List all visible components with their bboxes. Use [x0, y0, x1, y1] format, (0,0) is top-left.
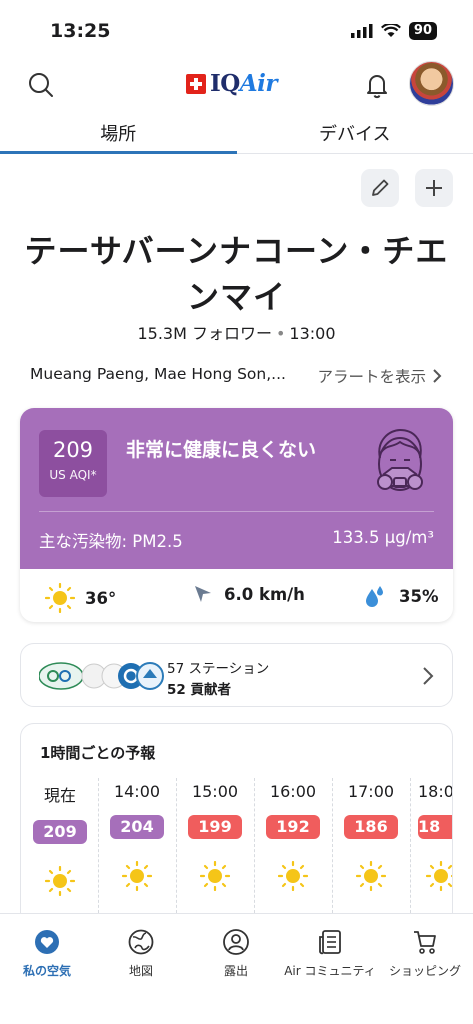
status-icons: 90 [350, 22, 437, 40]
contributors-count: 52 貢献者 [167, 682, 231, 698]
temperature-item: 36° [45, 583, 116, 613]
logo-text: IQAir [210, 70, 278, 97]
stations-card[interactable]: 57 ステーション 52 貢献者 [20, 643, 453, 707]
plus-icon [426, 180, 442, 196]
nav-label: 地図 [128, 964, 153, 978]
followers-count: 15.3M フォロワー [137, 324, 272, 343]
forecast-hour: 17:00 186 [332, 778, 410, 928]
chevron-right-icon [433, 369, 442, 383]
cart-icon [414, 931, 436, 954]
signal-icon [350, 24, 373, 38]
humidity-item: 35% [363, 583, 439, 609]
weather-row: 36° 6.0 km/h 35% [20, 569, 453, 622]
wind-item: 6.0 km/h [192, 583, 305, 605]
nav-my-air[interactable]: 私の空気 [0, 928, 94, 979]
aqi-card[interactable]: 209 US AQI* 非常に健康に良くない 主な汚染物: PM2.5 133.… [20, 408, 453, 622]
show-alerts-label: アラートを表示 [317, 368, 426, 386]
wifi-icon [380, 24, 401, 37]
forecast-time: 16:00 [269, 782, 317, 801]
pencil-icon [372, 179, 389, 196]
forecast-aqi-badge: 192 [266, 815, 320, 839]
sun-icon [45, 583, 75, 613]
notifications-button[interactable] [362, 70, 392, 100]
update-time: 13:00 [289, 324, 336, 343]
battery-indicator: 90 [408, 22, 437, 40]
forecast-time: 15:00 [191, 782, 239, 801]
humidity-icon [366, 586, 383, 607]
stations-count: 57 ステーション [167, 661, 270, 677]
region-text: Mueang Paeng, Mae Hong Son,... [30, 365, 286, 383]
nav-label: 私の空気 [22, 964, 71, 978]
avatar[interactable] [409, 61, 454, 106]
forecast-hour: 15:00 199 [176, 778, 254, 928]
forecast-aqi-badge: 204 [110, 815, 164, 839]
main-pollutant-label: 主な汚染物: PM2.5 [39, 532, 183, 551]
show-alerts-link[interactable]: アラートを表示 [317, 365, 442, 387]
sun-icon [199, 860, 231, 892]
app-header: IQAir [0, 56, 473, 112]
sun-icon [277, 860, 309, 892]
news-icon [319, 930, 341, 955]
forecast-aqi-badge: 18 [418, 815, 452, 839]
aqi-summary: 209 US AQI* 非常に健康に良くない 主な汚染物: PM2.5 133.… [20, 408, 453, 569]
hourly-forecast-card: 1時間ごとの予報 現在 209 14:00 204 15:00 199 16:0… [20, 723, 453, 933]
divider [39, 511, 434, 512]
bell-icon [367, 75, 387, 99]
humidity-value: 35% [399, 586, 439, 606]
tab-places[interactable]: 場所 [0, 112, 237, 154]
forecast-time: 現在 [43, 786, 76, 805]
sun-icon [425, 860, 452, 892]
forecast-aqi-badge: 209 [33, 820, 87, 844]
sun-icon [44, 865, 76, 897]
nav-shopping[interactable]: ショッピング [378, 928, 472, 979]
nav-label: 露出 [223, 964, 248, 978]
forecast-time: 18:0 [418, 782, 453, 801]
wind-value: 6.0 km/h [224, 584, 305, 604]
forecast-aqi-badge: 186 [344, 815, 398, 839]
nav-air-community[interactable]: Air コミュニティ [283, 928, 377, 979]
wind-direction-icon [195, 586, 211, 602]
forecast-aqi-badge: 199 [188, 815, 242, 839]
search-icon [29, 73, 53, 97]
location-title: テーサバーンナコーン・チエンマイ [24, 232, 449, 316]
bottom-navigation: 私の空気 地図 露出 Air コミュニティ ショッピング [0, 913, 473, 1024]
exposure-icon [223, 929, 249, 955]
tab-devices[interactable]: デバイス [237, 112, 473, 153]
contributor-logos-icon [39, 662, 164, 690]
status-bar: 13:25 90 [0, 0, 473, 56]
forecast-time: 14:00 [113, 782, 161, 801]
nav-label: Air コミュニティ [284, 964, 376, 978]
temperature-value: 36° [85, 588, 117, 608]
aqi-badge: 209 US AQI* [39, 430, 107, 497]
iqair-logo: IQAir [186, 70, 278, 97]
forecast-time: 17:00 [347, 782, 395, 801]
status-time: 13:25 [50, 20, 111, 42]
nav-map[interactable]: 地図 [94, 928, 188, 979]
face-mask-icon [377, 428, 423, 491]
nav-label: ショッピング [388, 964, 461, 978]
top-tabs: 場所 デバイス [0, 112, 473, 154]
add-location-button[interactable] [415, 169, 453, 207]
chevron-right-icon [423, 667, 434, 685]
followers-line: 15.3M フォロワー • 13:00 [137, 324, 336, 343]
edit-button[interactable] [361, 169, 399, 207]
main-pollutant-value: 133.5 µg/m³ [332, 528, 434, 547]
globe-icon [128, 929, 154, 955]
aqi-unit: US AQI* [49, 468, 97, 482]
forecast-hour: 18:0 18 [410, 778, 453, 928]
region-row: Mueang Paeng, Mae Hong Son,... アラートを表示 [30, 365, 442, 387]
forecast-columns[interactable]: 現在 209 14:00 204 15:00 199 16:00 192 17:… [21, 778, 453, 928]
swiss-flag-icon [186, 73, 206, 94]
heart-shield-icon [35, 930, 59, 954]
aqi-value: 209 [52, 438, 94, 462]
forecast-hour: 16:00 192 [254, 778, 332, 928]
forecast-hour: 現在 209 [21, 778, 99, 928]
sun-icon [355, 860, 387, 892]
aqi-status: 非常に健康に良くない [126, 439, 317, 461]
sun-icon [121, 860, 153, 892]
nav-exposure[interactable]: 露出 [189, 928, 283, 979]
search-button[interactable] [26, 70, 56, 100]
forecast-hour: 14:00 204 [98, 778, 176, 928]
forecast-title: 1時間ごとの予報 [40, 744, 156, 762]
